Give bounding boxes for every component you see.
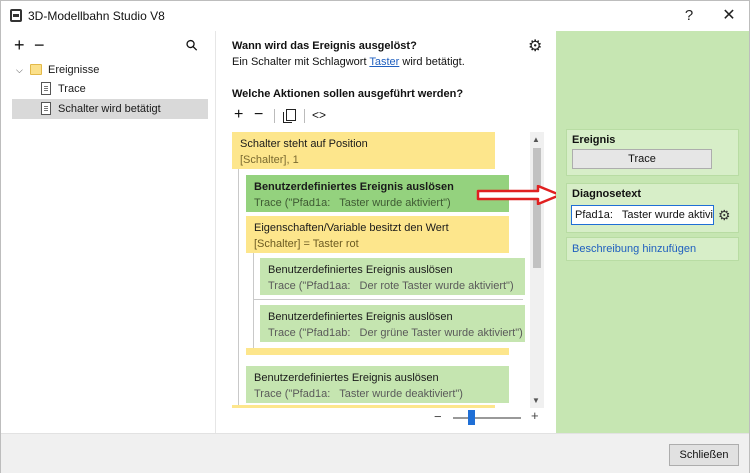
- block-detail: [Schalter] = Taster rot: [254, 238, 359, 250]
- tree-item-trace[interactable]: Trace: [12, 79, 208, 99]
- app-lock-icon: [10, 9, 22, 22]
- zoom-out-button[interactable]: −: [434, 409, 442, 424]
- block-title: Benutzerdefiniertes Ereignis auslösen: [254, 372, 439, 384]
- condition-block-switch-position[interactable]: Schalter steht auf Position [Schalter], …: [232, 132, 495, 169]
- tree-item-schalter-wird-betaetigt[interactable]: Schalter wird betätigt: [12, 99, 208, 119]
- annotation-arrow-icon: [476, 185, 562, 205]
- trigger-heading: Wann wird das Ereignis ausgelöst?: [232, 40, 417, 52]
- event-tree-panel: + − ⚲ ⌵ Ereignisse Trace Schalter wird b…: [1, 31, 216, 433]
- gear-icon[interactable]: ⚙: [718, 207, 731, 224]
- scroll-down-icon[interactable]: ▼: [532, 396, 540, 405]
- remove-event-button[interactable]: −: [34, 36, 45, 54]
- event-card-title: Ereignis: [572, 134, 616, 146]
- tree-folder-ereignisse[interactable]: ⌵ Ereignisse: [12, 60, 208, 80]
- toolbar-divider: [274, 109, 275, 123]
- trigger-text-before: Ein Schalter mit Schlagwort: [232, 56, 370, 68]
- condition-block-end: [246, 348, 509, 355]
- tree-item-label: Trace: [58, 83, 86, 95]
- add-description-link[interactable]: Beschreibung hinzufügen: [572, 243, 696, 255]
- event-editor-panel: Wann wird das Ereignis ausgelöst? Ein Sc…: [217, 31, 555, 433]
- window-title: 3D-Modellbahn Studio V8: [28, 9, 165, 23]
- block-detail: [Schalter], 1: [240, 154, 299, 166]
- chevron-down-icon[interactable]: ⌵: [16, 60, 23, 80]
- dialog-footer: Schließen: [1, 433, 749, 473]
- branch-divider: [253, 299, 523, 300]
- nesting-line: [238, 169, 239, 408]
- flow-scrollbar[interactable]: ▲ ▼: [530, 132, 544, 408]
- actions-heading: Welche Aktionen sollen ausgeführt werden…: [232, 88, 464, 100]
- nesting-line: [253, 253, 254, 348]
- app-window: 3D-Modellbahn Studio V8 ? ✕ + − ⚲ ⌵ Erei…: [0, 0, 750, 473]
- action-block-trace-pfad1ab[interactable]: Benutzerdefiniertes Ereignis auslösen Tr…: [260, 305, 525, 342]
- add-action-button[interactable]: +: [234, 106, 243, 124]
- copy-icon[interactable]: [283, 109, 296, 123]
- scroll-thumb[interactable]: [533, 148, 541, 268]
- block-title: Eigenschaften/Variable besitzt den Wert: [254, 222, 449, 234]
- code-view-button[interactable]: <>: [312, 106, 326, 124]
- diagnostic-card: Diagnosetext Pfad1a: Taster wurde aktivi…: [566, 183, 739, 233]
- event-select-button[interactable]: Trace: [572, 149, 712, 169]
- block-detail: Trace ("Pfad1ab: Der grüne Taster wurde …: [268, 327, 523, 339]
- description-card: Beschreibung hinzufügen: [566, 237, 739, 261]
- trigger-text-after: wird betätigt.: [399, 56, 465, 68]
- close-window-button[interactable]: ✕: [709, 4, 749, 28]
- search-icon[interactable]: ⚲: [182, 36, 203, 57]
- actions-flow: Schalter steht auf Position [Schalter], …: [232, 132, 529, 408]
- tree-item-label: Schalter wird betätigt: [58, 103, 161, 115]
- trigger-description: Ein Schalter mit Schlagwort Taster wird …: [232, 56, 465, 68]
- add-event-button[interactable]: +: [14, 36, 25, 54]
- gear-icon[interactable]: ⚙: [528, 39, 542, 55]
- block-detail: Trace ("Pfad1a: Taster wurde deaktiviert…: [254, 388, 463, 400]
- title-bar: 3D-Modellbahn Studio V8 ? ✕: [1, 1, 749, 31]
- diagnostic-text-input[interactable]: Pfad1a: Taster wurde aktiviert: [571, 205, 714, 225]
- scroll-up-icon[interactable]: ▲: [532, 135, 540, 144]
- block-title: Benutzerdefiniertes Ereignis auslösen: [254, 181, 454, 193]
- block-detail: Trace ("Pfad1a: Taster wurde aktiviert"): [254, 197, 451, 209]
- remove-action-button[interactable]: −: [254, 106, 263, 124]
- tree-folder-label: Ereignisse: [48, 64, 100, 76]
- zoom-in-button[interactable]: +: [531, 408, 539, 423]
- zoom-slider-thumb[interactable]: [468, 410, 476, 425]
- block-detail: Trace ("Pfad1aa: Der rote Taster wurde a…: [268, 280, 514, 292]
- actions-toolbar: + − <>: [234, 106, 354, 126]
- block-title: Benutzerdefiniertes Ereignis auslösen: [268, 311, 453, 323]
- folder-icon: [30, 64, 42, 75]
- action-block-trace-deaktiviert[interactable]: Benutzerdefiniertes Ereignis auslösen Tr…: [246, 366, 509, 403]
- condition-block-variable-value[interactable]: Eigenschaften/Variable besitzt den Wert …: [246, 216, 509, 253]
- close-button[interactable]: Schließen: [669, 444, 739, 466]
- tag-link[interactable]: Taster: [369, 56, 399, 68]
- action-block-trace-pfad1a[interactable]: Benutzerdefiniertes Ereignis auslösen Tr…: [246, 175, 509, 212]
- document-icon: [41, 102, 51, 115]
- event-card: Ereignis Trace: [566, 129, 739, 176]
- diagnostic-card-title: Diagnosetext: [572, 188, 642, 200]
- zoom-slider-track[interactable]: [453, 417, 521, 419]
- block-title: Schalter steht auf Position: [240, 138, 368, 150]
- document-icon: [41, 82, 51, 95]
- help-button[interactable]: ?: [669, 4, 709, 28]
- action-block-trace-pfad1aa[interactable]: Benutzerdefiniertes Ereignis auslösen Tr…: [260, 258, 525, 295]
- block-title: Benutzerdefiniertes Ereignis auslösen: [268, 264, 453, 276]
- properties-panel: Ereignis Trace Diagnosetext Pfad1a: Tast…: [556, 31, 749, 433]
- toolbar-divider: [304, 109, 305, 123]
- zoom-control: − +: [431, 407, 543, 427]
